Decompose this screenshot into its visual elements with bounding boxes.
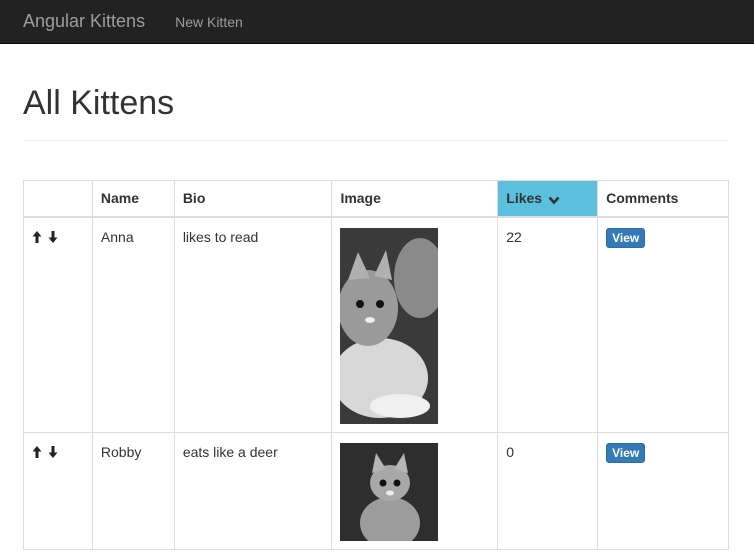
kitten-photo <box>340 442 439 541</box>
column-header-likes-label: Likes <box>506 190 543 207</box>
column-header-comments[interactable]: Comments <box>597 180 729 218</box>
arrow-down-icon[interactable] <box>48 230 58 244</box>
column-header-likes[interactable]: Likes <box>497 180 599 218</box>
column-header-image[interactable]: Image <box>331 180 499 218</box>
column-header-bio-label: Bio <box>182 190 206 207</box>
image-cell <box>331 216 499 433</box>
kitten-photo <box>340 227 439 424</box>
nav-link-new-kitten[interactable]: New Kitten <box>175 14 243 30</box>
column-header-comments-label: Comments <box>606 190 679 207</box>
name-cell: Robby <box>91 431 175 550</box>
kittens-table: Name Bio Image Likes Comments Anna likes… <box>23 180 729 550</box>
bio-cell: likes to read <box>173 216 333 433</box>
column-header-order <box>23 180 93 218</box>
order-cell <box>23 431 93 550</box>
arrow-up-icon[interactable] <box>32 230 42 244</box>
navbar-brand[interactable]: Angular Kittens <box>23 11 145 32</box>
arrow-up-icon[interactable] <box>32 445 42 459</box>
navbar: Angular Kittens New Kitten <box>0 0 754 44</box>
likes-cell: 22 <box>497 216 599 433</box>
page-title: All Kittens <box>23 84 175 122</box>
table-row: Robby eats like a deer 0 View <box>23 431 729 550</box>
column-header-name[interactable]: Name <box>91 180 175 218</box>
likes-cell: 0 <box>497 431 599 550</box>
order-cell <box>23 216 93 433</box>
title-divider <box>23 140 728 141</box>
table-header-row: Name Bio Image Likes Comments <box>23 180 729 218</box>
chevron-down-icon <box>548 196 560 204</box>
arrow-down-icon[interactable] <box>48 445 58 459</box>
image-cell <box>331 431 499 550</box>
view-comments-button[interactable]: View <box>606 227 646 248</box>
comments-cell: View <box>597 431 729 550</box>
column-header-bio[interactable]: Bio <box>173 180 333 218</box>
comments-cell: View <box>597 216 729 433</box>
view-comments-button[interactable]: View <box>606 442 646 463</box>
bio-cell: eats like a deer <box>173 431 333 550</box>
column-header-image-label: Image <box>340 190 381 207</box>
column-header-name-label: Name <box>100 190 140 207</box>
name-cell: Anna <box>91 216 175 433</box>
table-row: Anna likes to read 22 View <box>23 216 729 433</box>
